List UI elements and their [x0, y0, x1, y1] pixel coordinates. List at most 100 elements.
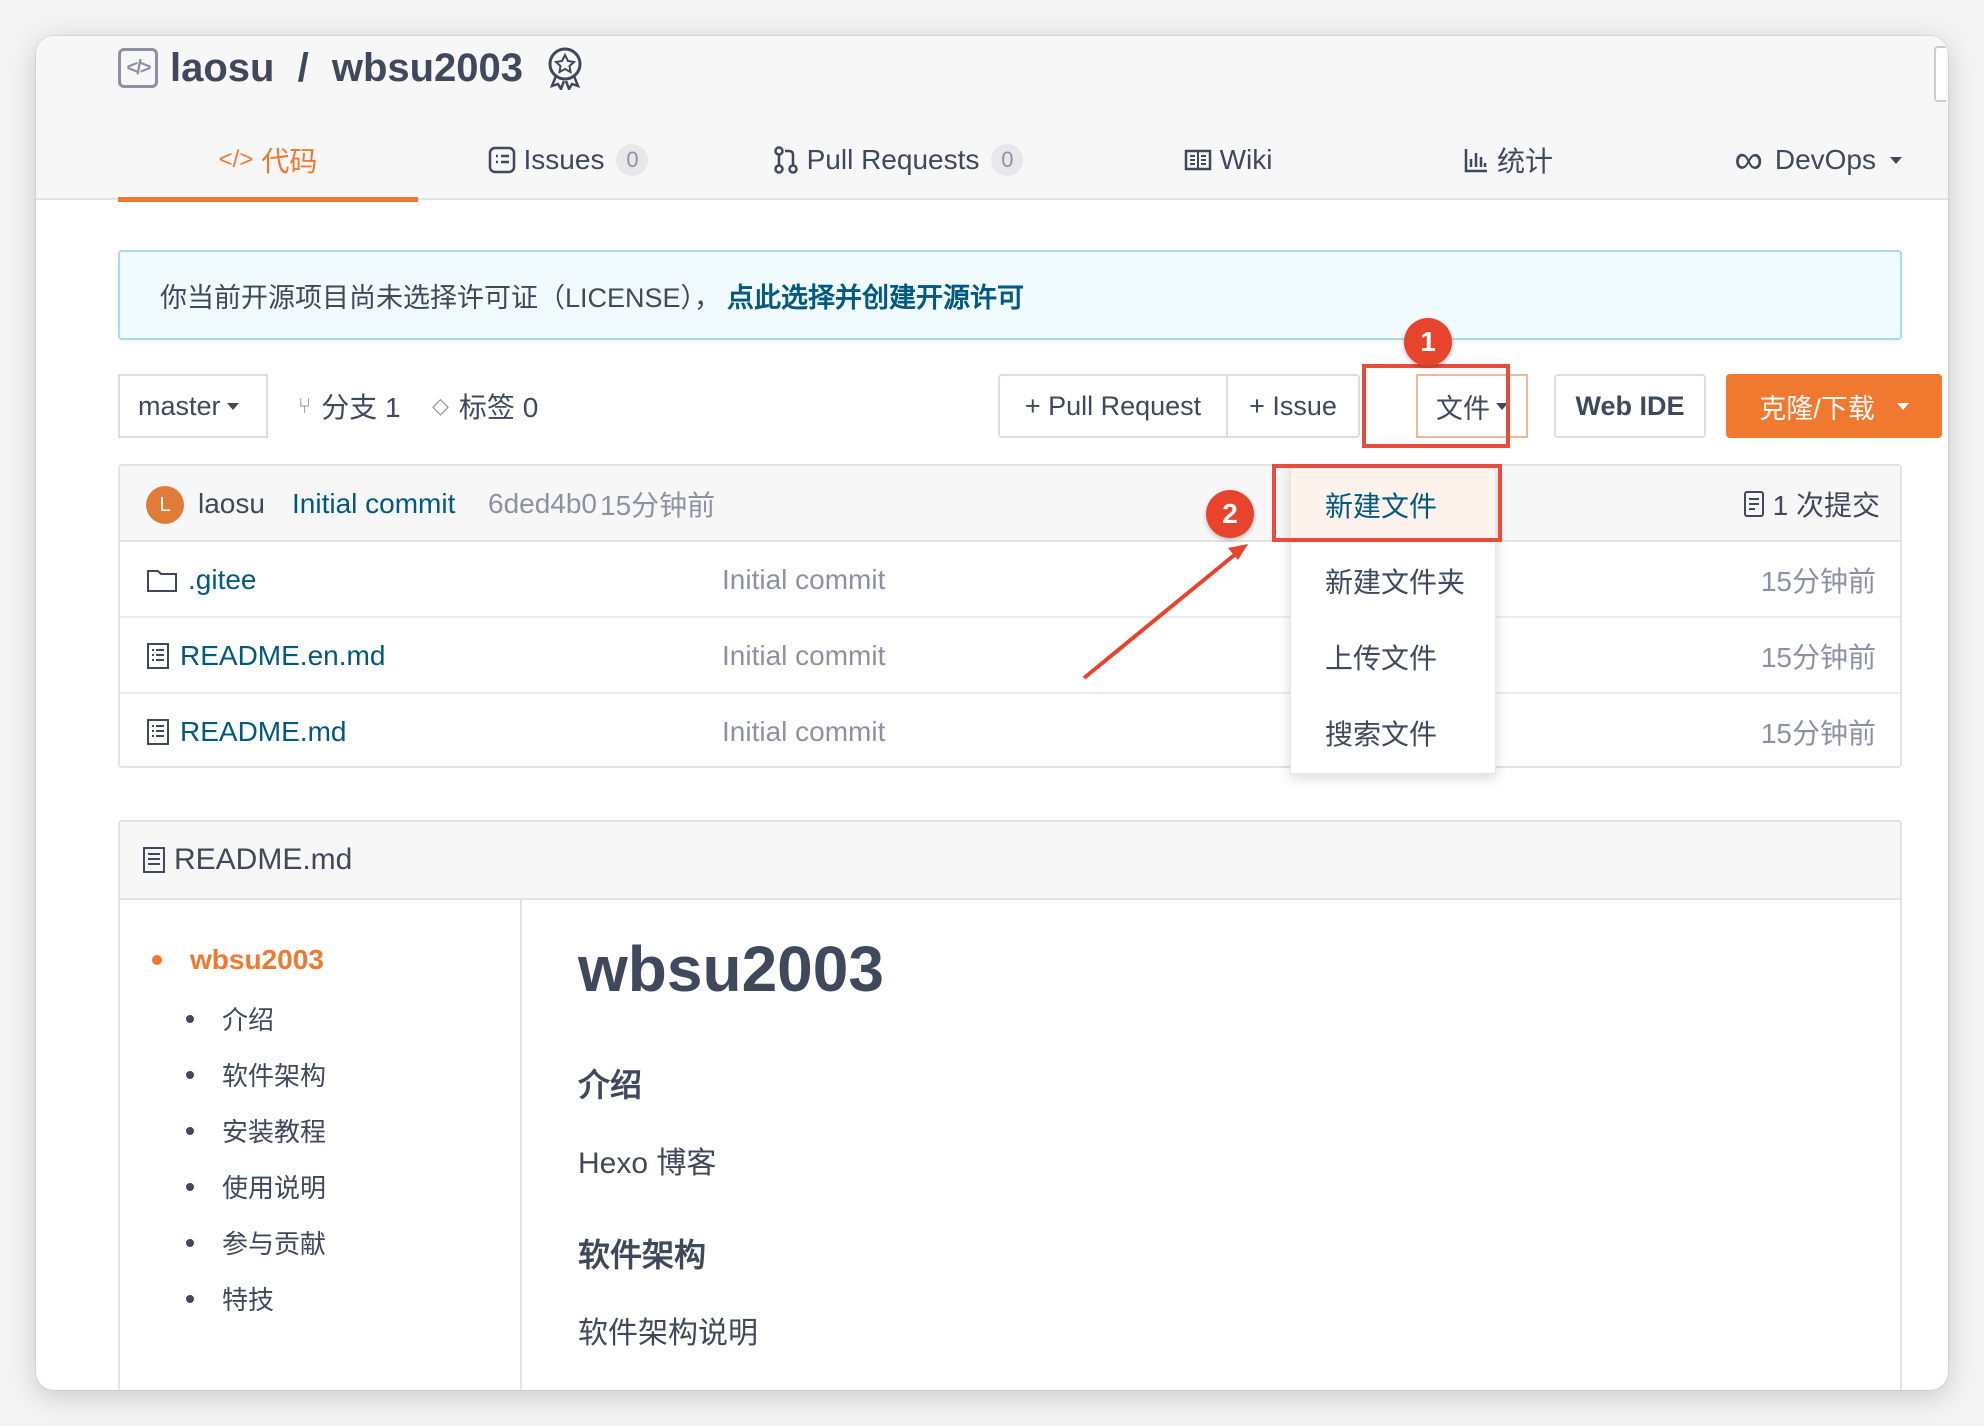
- toc-item-label: 介绍: [222, 1005, 275, 1035]
- tab-devops-label: DevOps: [1774, 144, 1876, 175]
- toc-item[interactable]: 使用说明: [186, 1168, 326, 1205]
- file-name: .gitee: [188, 564, 257, 595]
- chevron-down-icon: [1896, 402, 1909, 410]
- file-name-link[interactable]: README.md: [146, 694, 346, 770]
- code-icon: </>: [218, 146, 254, 173]
- file-text-icon: [147, 643, 169, 669]
- clone-download-button[interactable]: 克隆/下载: [1726, 374, 1942, 438]
- toc-item-label: 参与贡献: [222, 1229, 327, 1259]
- toc-main-label: wbsu2003: [190, 944, 324, 975]
- file-time: 15分钟前: [1760, 718, 1876, 749]
- toc-item[interactable]: 软件架构: [186, 1056, 326, 1093]
- toc-item[interactable]: 介绍: [186, 1000, 274, 1037]
- menu-item-new-folder[interactable]: 新建文件夹: [1291, 543, 1495, 619]
- annotation-badge-1: 1: [1404, 318, 1452, 366]
- repo-owner-link[interactable]: laosu: [170, 46, 274, 91]
- create-license-link[interactable]: 点此选择并创建开源许可: [727, 276, 1024, 315]
- license-notice-text: 你当前开源项目尚未选择许可证（LICENSE），: [160, 282, 722, 313]
- file-row[interactable]: README.en.md Initial commit 15分钟前: [120, 618, 1900, 694]
- file-name: README.en.md: [180, 640, 386, 671]
- award-icon: [548, 47, 582, 90]
- tab-devops[interactable]: ∞ DevOps: [1638, 120, 1902, 200]
- clone-download-label: 克隆/下载: [1759, 393, 1875, 424]
- commit-count-link[interactable]: 1 次提交: [1743, 466, 1880, 542]
- file-text-icon: [143, 847, 165, 873]
- commit-message[interactable]: Initial commit: [292, 466, 455, 542]
- file-name-link[interactable]: .gitee: [146, 542, 257, 618]
- toc-item-label: 使用说明: [222, 1173, 327, 1203]
- tag-icon: ◇: [432, 393, 449, 418]
- issues-count-badge: 0: [616, 144, 649, 176]
- web-ide-button[interactable]: Web IDE: [1554, 374, 1706, 438]
- file-time: 15分钟前: [1760, 642, 1876, 673]
- branch-select-label: master: [138, 390, 221, 421]
- tab-code-label: 代码: [261, 146, 318, 177]
- toc-item[interactable]: 参与贡献: [186, 1224, 326, 1261]
- commit-count-label: 1 次提交: [1772, 490, 1880, 521]
- toc-item-label: 特技: [222, 1285, 275, 1315]
- toc-item-main[interactable]: wbsu2003: [152, 944, 324, 976]
- branch-select[interactable]: master: [118, 374, 268, 438]
- repo-name-link[interactable]: wbsu2003: [332, 46, 523, 91]
- repo-toolbar: master ⑂ 分支 1 ◇ 标签 0 + Pull Request + Is…: [118, 374, 1942, 440]
- readme-panel: README.md wbsu2003 介绍 软件架构 安装教程 使用说明 参与贡…: [118, 820, 1902, 1390]
- chevron-down-icon: [1890, 156, 1902, 164]
- intro-heading: 介绍: [578, 1067, 643, 1103]
- pull-requests-count-badge: 0: [991, 144, 1024, 176]
- avatar[interactable]: L: [146, 486, 184, 524]
- toc-item[interactable]: 特技: [186, 1280, 274, 1317]
- menu-item-upload-file[interactable]: 上传文件: [1291, 619, 1495, 695]
- annotation-highlight-new-file: [1272, 464, 1502, 542]
- repo-title: </> laosu / wbsu2003: [118, 40, 585, 96]
- tab-pull-requests-label: Pull Requests: [806, 144, 980, 175]
- bullet-icon: [186, 1294, 194, 1303]
- pull-request-icon: [773, 146, 798, 174]
- commit-author[interactable]: laosu: [198, 466, 265, 542]
- repo-header: </> laosu / wbsu2003 </> 代码 Issues 0 Pul…: [36, 36, 1948, 202]
- readme-toc: wbsu2003 介绍 软件架构 安装教程 使用说明 参与贡献 特技: [120, 900, 522, 1390]
- intro-text: Hexo 博客: [578, 1147, 717, 1180]
- repo-code-icon: </>: [118, 48, 158, 88]
- tab-issues-label: Issues: [523, 144, 605, 175]
- file-row[interactable]: README.md Initial commit 15分钟前: [120, 694, 1900, 770]
- bullet-icon: [186, 1126, 194, 1135]
- bullet-icon: [186, 1238, 194, 1247]
- tab-stats-label: 统计: [1496, 146, 1553, 177]
- scrollbar-handle[interactable]: [1934, 46, 1946, 102]
- annotation-highlight-file-button: [1362, 364, 1510, 448]
- file-commit-message[interactable]: Initial commit: [722, 618, 885, 694]
- tab-issues[interactable]: Issues 0: [418, 120, 718, 200]
- latest-commit-bar: L laosu Initial commit 6ded4b0 15分钟前 1 次…: [120, 466, 1900, 542]
- readme-title: wbsu2003: [578, 933, 884, 1005]
- file-text-icon: [147, 719, 169, 745]
- commit-hash[interactable]: 6ded4b0: [488, 466, 597, 542]
- architecture-text: 软件架构说明: [578, 1317, 758, 1350]
- bar-chart-icon: [1464, 149, 1487, 173]
- tags-label: 标签 0: [458, 392, 539, 423]
- infinity-icon: ∞: [1734, 138, 1763, 182]
- tab-wiki-label: Wiki: [1219, 144, 1273, 175]
- tab-pull-requests[interactable]: Pull Requests 0: [718, 120, 1078, 200]
- branches-link[interactable]: ⑂ 分支 1: [298, 374, 401, 438]
- new-pull-request-button[interactable]: + Pull Request: [998, 374, 1228, 438]
- menu-item-search-file[interactable]: 搜索文件: [1291, 695, 1495, 771]
- branch-icon: ⑂: [298, 393, 312, 418]
- browser-window: </> laosu / wbsu2003 </> 代码 Issues 0 Pul…: [36, 36, 1948, 1390]
- file-name-link[interactable]: README.en.md: [146, 618, 385, 694]
- branches-label: 分支 1: [321, 392, 401, 423]
- tab-code[interactable]: </> 代码: [118, 120, 418, 202]
- readme-header: README.md: [120, 822, 1900, 900]
- tab-wiki[interactable]: Wiki: [1078, 120, 1378, 200]
- tab-stats[interactable]: 统计: [1378, 120, 1638, 200]
- file-commit-message[interactable]: Initial commit: [722, 542, 885, 618]
- tags-link[interactable]: ◇ 标签 0: [432, 374, 538, 438]
- bullet-icon: [186, 1070, 194, 1079]
- toc-item-label: 安装教程: [222, 1117, 327, 1147]
- file-row[interactable]: .gitee Initial commit 15分钟前: [120, 542, 1900, 618]
- architecture-heading: 软件架构: [578, 1237, 707, 1273]
- toc-item[interactable]: 安装教程: [186, 1112, 326, 1149]
- bullet-icon: [186, 1182, 194, 1191]
- new-issue-button[interactable]: + Issue: [1226, 374, 1360, 438]
- file-commit-message[interactable]: Initial commit: [722, 694, 885, 770]
- commits-icon: [1743, 491, 1764, 517]
